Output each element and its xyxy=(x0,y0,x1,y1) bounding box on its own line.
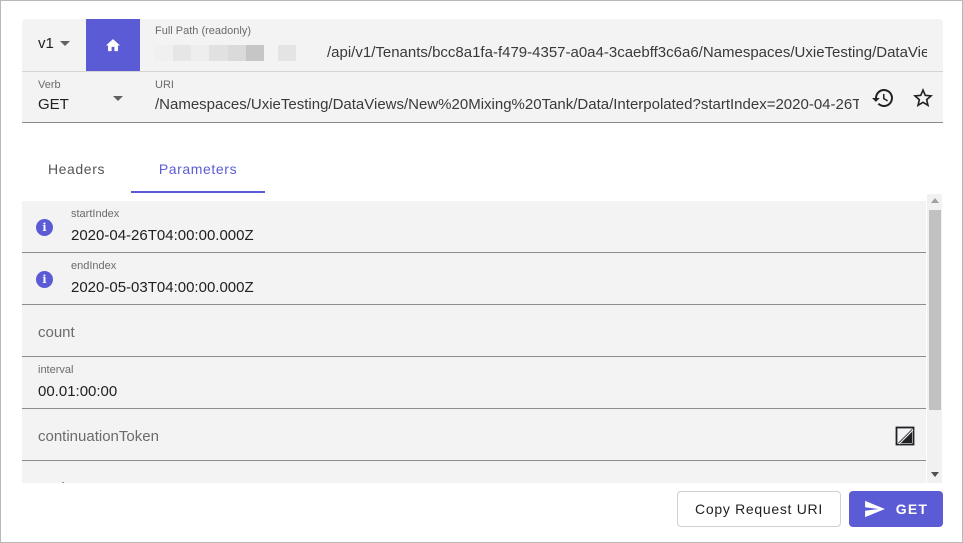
request-bar: Verb GET URI /Namespaces/UxieTesting/Dat… xyxy=(22,71,943,123)
toggle-off-icon xyxy=(895,426,915,446)
scroll-up-arrow-icon[interactable] xyxy=(931,198,939,203)
param-cache[interactable]: cache xyxy=(22,461,926,483)
param-placeholder: count xyxy=(38,324,75,341)
scroll-down-arrow-icon[interactable] xyxy=(931,472,939,477)
favorite-button[interactable] xyxy=(911,86,935,110)
param-start-index[interactable]: i startIndex 2020-04-26T04:00:00.000Z xyxy=(22,201,926,253)
param-placeholder: continuationToken xyxy=(38,428,159,445)
redacted-host xyxy=(154,45,296,61)
api-console-panel: v1 Full Path (readonly) /api/v1/Tenants/… xyxy=(0,0,963,543)
chevron-down-icon xyxy=(59,41,70,46)
info-icon[interactable]: i xyxy=(36,271,53,288)
history-button[interactable] xyxy=(871,86,895,110)
verb-select[interactable]: GET xyxy=(38,96,69,113)
param-continuation-token[interactable]: continuationToken xyxy=(22,409,926,461)
home-button[interactable] xyxy=(86,19,140,71)
get-button-label: GET xyxy=(895,501,929,517)
history-icon xyxy=(872,89,893,107)
full-path-label: Full Path (readonly) xyxy=(155,25,251,37)
parameter-list: i startIndex 2020-04-26T04:00:00.000Z i … xyxy=(22,201,926,483)
param-label: startIndex xyxy=(71,208,120,220)
param-label: endIndex xyxy=(71,260,117,272)
tab-headers[interactable]: Headers xyxy=(22,147,131,193)
full-path-value: /api/v1/Tenants/bcc8a1fa-f479-4357-a0a4-… xyxy=(327,44,927,61)
version-value: v1 xyxy=(38,35,54,52)
param-placeholder: cache xyxy=(38,480,78,483)
chevron-down-icon[interactable] xyxy=(113,96,123,101)
param-count[interactable]: count xyxy=(22,305,926,357)
tab-parameters[interactable]: Parameters xyxy=(131,147,265,193)
copy-request-uri-button[interactable]: Copy Request URI xyxy=(677,491,841,527)
param-end-index[interactable]: i endIndex 2020-05-03T04:00:00.000Z xyxy=(22,253,926,305)
param-value[interactable]: 00.01:00:00 xyxy=(38,383,117,400)
version-select[interactable]: v1 xyxy=(38,35,70,52)
param-value[interactable]: 2020-04-26T04:00:00.000Z xyxy=(71,227,254,244)
uri-input[interactable]: /Namespaces/UxieTesting/DataViews/New%20… xyxy=(155,96,859,113)
star-outline-icon xyxy=(913,88,933,107)
info-icon[interactable]: i xyxy=(36,219,53,236)
copy-button-label: Copy Request URI xyxy=(695,501,823,517)
param-label: interval xyxy=(38,364,74,376)
send-icon xyxy=(864,500,885,518)
full-path-bar: v1 Full Path (readonly) /api/v1/Tenants/… xyxy=(22,19,943,71)
toggle-button[interactable] xyxy=(895,426,915,446)
uri-label: URI xyxy=(155,79,174,91)
home-icon xyxy=(105,38,121,51)
param-interval[interactable]: interval 00.01:00:00 xyxy=(22,357,926,409)
param-value[interactable]: 2020-05-03T04:00:00.000Z xyxy=(71,279,254,296)
send-get-button[interactable]: GET xyxy=(849,491,943,527)
verb-label: Verb xyxy=(38,79,61,91)
scrollbar-thumb[interactable] xyxy=(929,210,941,410)
